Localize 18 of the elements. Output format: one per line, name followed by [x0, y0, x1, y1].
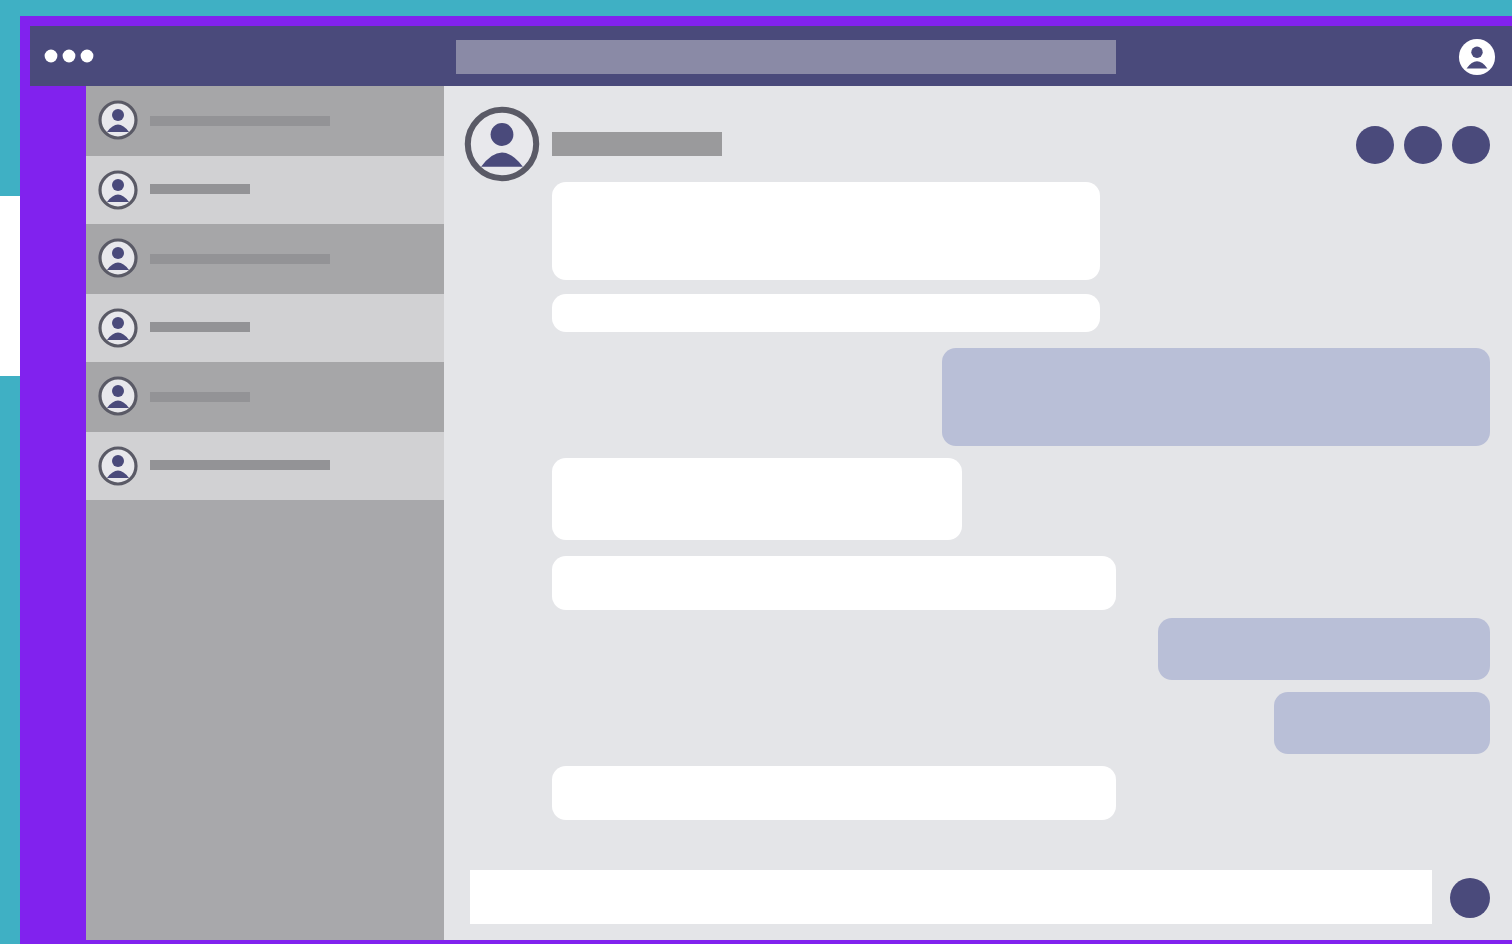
user-avatar-icon	[98, 169, 138, 210]
user-avatar-icon	[98, 445, 138, 486]
search-field[interactable]	[456, 39, 1116, 73]
dots-icon[interactable]	[44, 48, 96, 64]
user-avatar-icon	[98, 100, 138, 141]
send-button-icon[interactable]	[1450, 877, 1490, 917]
user-icon[interactable]	[1458, 37, 1496, 75]
user-avatar-icon	[98, 307, 138, 348]
user-avatar-icon	[98, 238, 138, 279]
contact-row[interactable]	[86, 431, 444, 500]
user-avatar-icon	[464, 106, 540, 182]
message-input-field[interactable]	[470, 870, 1432, 924]
contact-row[interactable]	[86, 155, 444, 224]
contact-row[interactable]	[86, 293, 444, 362]
text-placeholder-bar	[150, 184, 250, 195]
dots-icon[interactable]	[1356, 125, 1490, 163]
text-placeholder-bar	[150, 322, 250, 333]
user-avatar-icon	[98, 376, 138, 417]
